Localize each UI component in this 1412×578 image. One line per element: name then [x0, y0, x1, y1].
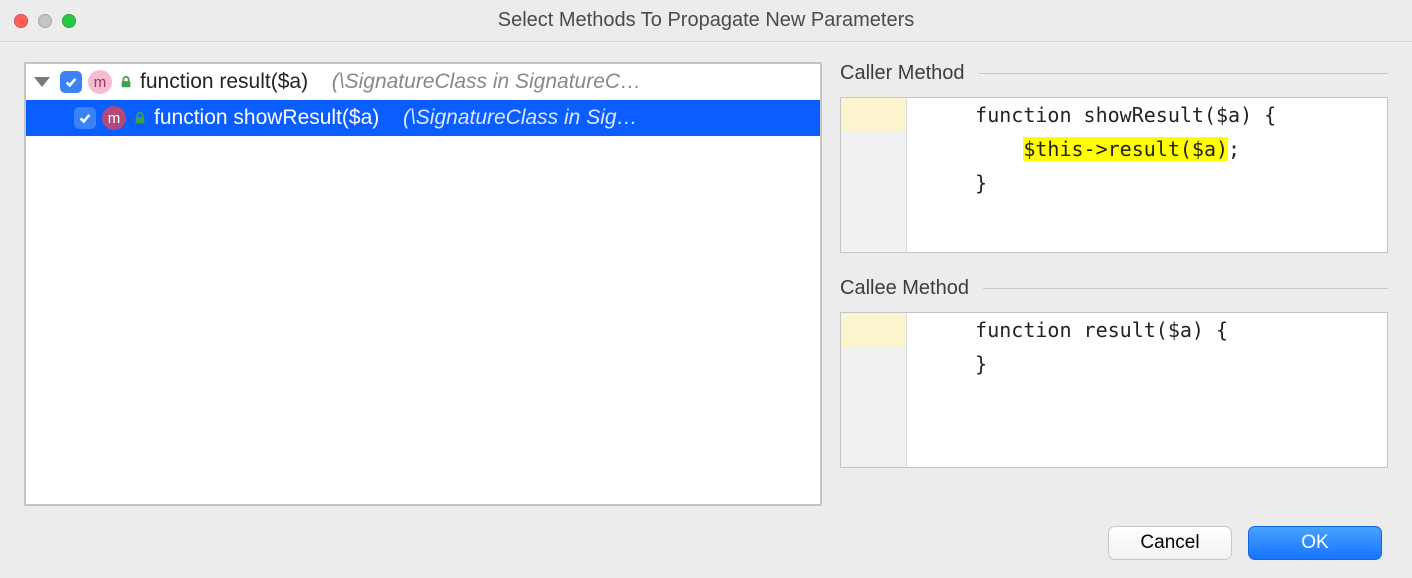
- gutter: [841, 415, 907, 449]
- window-title: Select Methods To Propagate New Paramete…: [498, 9, 915, 32]
- gutter: [841, 98, 907, 132]
- code-text: }: [907, 347, 987, 381]
- visibility-icon: [132, 110, 148, 126]
- checkbox[interactable]: [60, 71, 82, 93]
- tree-row[interactable]: m function showResult($a) (\SignatureClas…: [26, 100, 820, 136]
- window-controls: [14, 14, 76, 28]
- checkbox[interactable]: [74, 107, 96, 129]
- ok-button[interactable]: OK: [1248, 526, 1382, 560]
- method-badge-icon: m: [88, 70, 112, 94]
- method-location-hint: (\SignatureClass in Sig…: [403, 106, 638, 130]
- caller-section: Caller Method function showResult($a) { …: [840, 62, 1388, 253]
- minimize-window-icon[interactable]: [38, 14, 52, 28]
- dialog-buttons: Cancel OK: [24, 526, 1388, 560]
- zoom-window-icon[interactable]: [62, 14, 76, 28]
- dialog-content: m function result($a) (\SignatureClass in…: [0, 42, 1412, 578]
- highlight: $this->result($a): [1023, 137, 1228, 161]
- method-signature: function result($a): [140, 70, 308, 94]
- tree-row[interactable]: m function result($a) (\SignatureClass in…: [26, 64, 820, 100]
- method-location-hint: (\SignatureClass in SignatureC…: [332, 70, 641, 94]
- gutter: [841, 166, 907, 200]
- code-text: $this->result($a);: [907, 132, 1240, 166]
- titlebar: Select Methods To Propagate New Paramete…: [0, 0, 1412, 42]
- gutter: [841, 347, 907, 381]
- visibility-icon: [118, 74, 134, 90]
- preview-column: Caller Method function showResult($a) { …: [840, 62, 1388, 506]
- code-line-empty: [841, 449, 1387, 468]
- method-signature: function showResult($a): [154, 106, 379, 130]
- caller-title: Caller Method: [840, 62, 965, 85]
- code-line: function showResult($a) {: [841, 98, 1387, 132]
- code-line-empty: [841, 200, 1387, 234]
- gutter: [841, 234, 907, 253]
- close-window-icon[interactable]: [14, 14, 28, 28]
- code-line-empty: [841, 415, 1387, 449]
- code-line: function result($a) {: [841, 313, 1387, 347]
- callee-code: function result($a) { }: [840, 312, 1388, 468]
- code-text: function result($a) {: [907, 313, 1228, 347]
- cancel-button[interactable]: Cancel: [1108, 526, 1232, 560]
- method-badge-icon: m: [102, 106, 126, 130]
- gutter: [841, 132, 907, 166]
- code-line: }: [841, 166, 1387, 200]
- caller-code: function showResult($a) { $this->result(…: [840, 97, 1388, 253]
- code-line-empty: [841, 234, 1387, 253]
- code-line: }: [841, 347, 1387, 381]
- gutter: [841, 313, 907, 347]
- method-tree[interactable]: m function result($a) (\SignatureClass in…: [24, 62, 822, 506]
- callee-section: Callee Method function result($a) { }: [840, 277, 1388, 468]
- chevron-down-icon[interactable]: [34, 77, 50, 87]
- code-line: $this->result($a);: [841, 132, 1387, 166]
- code-line-empty: [841, 381, 1387, 415]
- divider: [983, 288, 1388, 289]
- divider: [979, 73, 1388, 74]
- code-text: }: [907, 166, 987, 200]
- gutter: [841, 449, 907, 468]
- gutter: [841, 381, 907, 415]
- callee-title: Callee Method: [840, 277, 969, 300]
- gutter: [841, 200, 907, 234]
- code-text: function showResult($a) {: [907, 98, 1276, 132]
